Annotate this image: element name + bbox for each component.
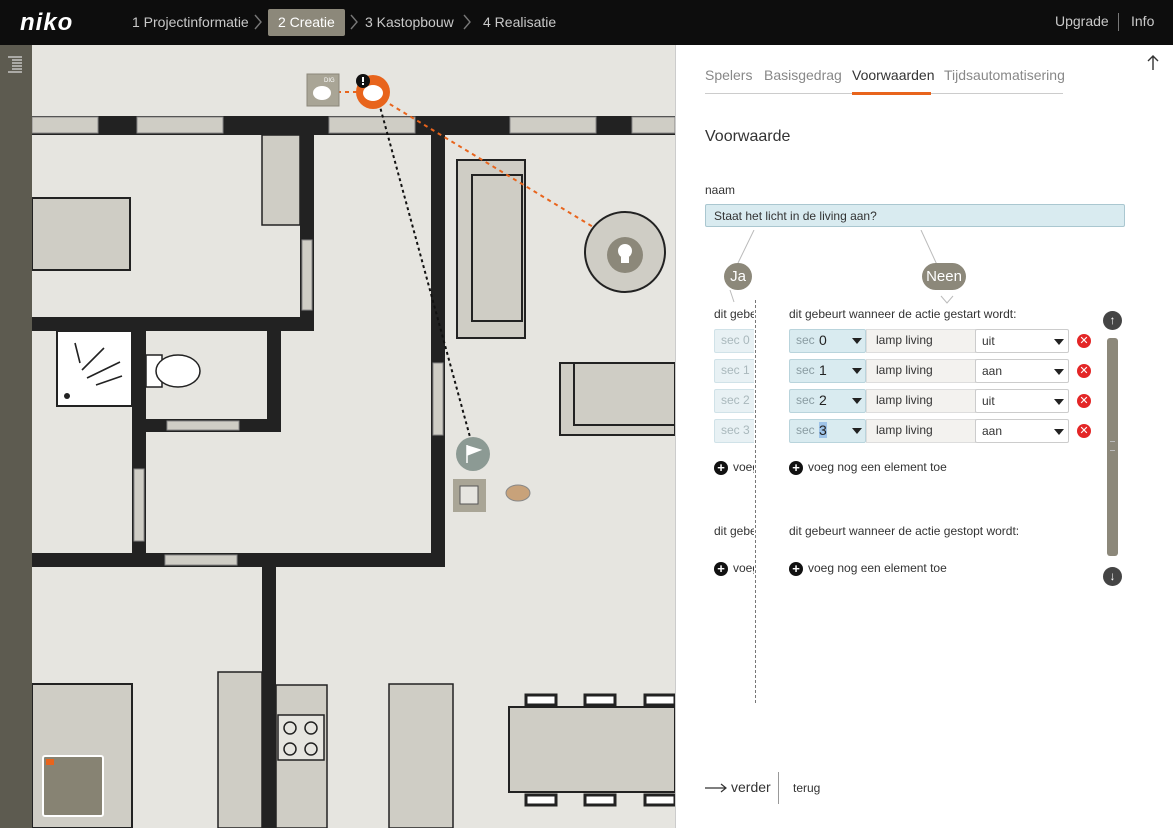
arrow-up-icon[interactable] [1146, 54, 1160, 72]
yes-row[interactable]: sec 3 [714, 419, 754, 443]
yes-row[interactable]: sec 1 [714, 359, 754, 383]
delete-icon[interactable]: ✕ [1077, 364, 1091, 378]
chevron-down-icon [852, 338, 862, 344]
chevron-down-icon [1054, 399, 1064, 405]
state-select[interactable]: aan [975, 419, 1069, 443]
step-realisatie[interactable]: 4 Realisatie [473, 9, 566, 36]
no-branch-badge[interactable]: Neen [922, 263, 966, 290]
seconds-value[interactable]: 3 [819, 422, 827, 438]
top-separator [1118, 13, 1119, 31]
plus-icon: + [789, 561, 803, 576]
no-started-header: dit gebeurt wanneer de actie gestart wor… [789, 307, 1017, 321]
yes-row[interactable]: sec 0 [714, 329, 754, 353]
active-tab-indicator [852, 92, 931, 95]
chevron-down-icon [1054, 429, 1064, 435]
yes-row[interactable]: sec 2 [714, 389, 754, 413]
yes-started-header: dit gebeurt wanneer de actie gestart wor… [714, 307, 754, 321]
device-label: DIG [324, 78, 335, 84]
state-select[interactable]: aan [975, 359, 1069, 383]
seconds-value: 0 [819, 332, 827, 348]
seconds-value: 1 [819, 362, 827, 378]
device-field: lamp living [866, 419, 976, 443]
step-projectinformatie[interactable]: 1 Projectinformatie [122, 9, 259, 36]
sec-label: sec [796, 363, 815, 377]
chevron-down-icon [852, 428, 862, 434]
footer-separator [778, 772, 779, 804]
left-sidebar [0, 45, 32, 828]
grip-icon [1110, 441, 1115, 451]
plus-icon: + [714, 561, 728, 576]
upgrade-link[interactable]: Upgrade [1055, 13, 1109, 29]
sec-label: sec [796, 333, 815, 347]
sec-label: sec [796, 393, 815, 407]
state-select[interactable]: uit [975, 389, 1069, 413]
properties-panel: Spelers Basisgedrag Voorwaarden Tijdsaut… [675, 45, 1173, 828]
chevron-down-icon [1054, 339, 1064, 345]
device-field: lamp living [866, 389, 976, 413]
scroll-down-button[interactable]: ↓ [1103, 567, 1122, 586]
menu-icon[interactable] [8, 55, 22, 73]
plus-icon: + [714, 460, 728, 475]
yes-add-stop-element-button[interactable]: +voeg nog een element toe [714, 561, 754, 577]
delete-icon[interactable]: ✕ [1077, 394, 1091, 408]
device-field: lamp living [866, 329, 976, 353]
minimap[interactable] [42, 755, 104, 817]
scrollbar-thumb[interactable] [1107, 338, 1118, 556]
add-element-button[interactable]: + voeg nog een element toe [789, 460, 947, 476]
minimap-viewport [46, 759, 54, 765]
yes-stopped-header: dit gebeurt wanneer de actie gestopt wor… [714, 524, 754, 538]
info-link[interactable]: Info [1131, 13, 1154, 29]
column-divider [755, 300, 756, 703]
chevron-down-icon [1054, 369, 1064, 375]
section-title: Voorwaarde [705, 128, 791, 145]
yes-branch-badge[interactable]: Ja [724, 263, 752, 290]
step-creatie[interactable]: 2 Creatie [268, 9, 345, 36]
floor-plan[interactable]: DIG [32, 45, 675, 828]
add-stop-element-button[interactable]: + voeg nog een element toe [789, 561, 947, 577]
arrow-right-icon [705, 783, 727, 793]
state-select[interactable]: uit [975, 329, 1069, 353]
delete-icon[interactable]: ✕ [1077, 334, 1091, 348]
seconds-value: 2 [819, 392, 827, 408]
niko-logo[interactable]: niko [20, 9, 73, 37]
tab-spelers[interactable]: Spelers [705, 67, 752, 83]
scroll-up-button[interactable]: ↑ [1103, 311, 1122, 330]
device-field: lamp living [866, 359, 976, 383]
yes-add-element-button[interactable]: +voeg nog een element toe [714, 460, 754, 476]
step-kastopbouw[interactable]: 3 Kastopbouw [355, 9, 464, 36]
back-button[interactable]: terug [793, 781, 820, 795]
name-label: naam [705, 183, 736, 197]
next-label: verder [731, 779, 771, 795]
top-bar: niko 1 Projectinformatie 2 Creatie 3 Kas… [0, 0, 1173, 45]
chevron-down-icon [852, 368, 862, 374]
chevron-right-icon [463, 14, 471, 30]
no-stopped-header: dit gebeurt wanneer de actie gestopt wor… [789, 524, 1020, 538]
sec-label: sec [796, 423, 815, 437]
tab-voorwaarden[interactable]: Voorwaarden [852, 67, 935, 83]
floor-plan-drawing: DIG [32, 73, 675, 828]
tab-basisgedrag[interactable]: Basisgedrag [764, 67, 842, 83]
delete-icon[interactable]: ✕ [1077, 424, 1091, 438]
plus-icon: + [789, 460, 803, 475]
next-button[interactable]: verder [705, 779, 771, 795]
condition-name-input[interactable] [705, 204, 1125, 227]
chevron-down-icon [852, 398, 862, 404]
tab-tijdsautomatisering[interactable]: Tijdsautomatisering [944, 67, 1065, 83]
chevron-right-icon [254, 14, 262, 30]
